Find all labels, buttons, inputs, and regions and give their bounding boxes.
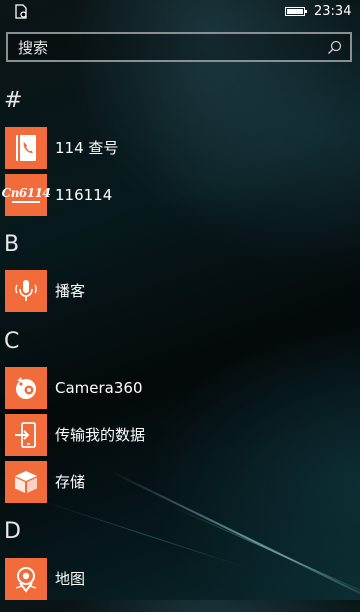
section-header-b[interactable]: B: [4, 232, 19, 258]
app-tile: [5, 127, 47, 169]
app-name: 播客: [55, 282, 86, 300]
clock: 23:34: [314, 4, 352, 19]
app-tile: [5, 270, 47, 312]
section-header-c[interactable]: C: [4, 329, 19, 355]
app-name: 地图: [55, 570, 86, 588]
app-item-maps[interactable]: 地图: [0, 556, 360, 602]
app-tile: [5, 461, 47, 503]
search-input[interactable]: [18, 37, 318, 59]
app-tile: [5, 367, 47, 409]
app-item-114[interactable]: 114 查号: [0, 125, 360, 171]
maps-icon: [15, 567, 37, 593]
search-box[interactable]: [6, 32, 352, 62]
transfer-data-icon: [15, 422, 36, 448]
logo-text: Cn6114: [1, 186, 51, 200]
app-item-camera360[interactable]: Camera360: [0, 365, 360, 411]
app-item-storage[interactable]: 存储: [0, 459, 360, 505]
battery-icon: [285, 7, 307, 16]
camera360-icon: [16, 377, 36, 399]
app-name: 116114: [55, 186, 113, 204]
app-name: 传输我的数据: [55, 426, 146, 444]
notification-clipboard-icon: [15, 4, 27, 19]
app-tile: [5, 558, 47, 600]
status-bar: 23:34: [0, 0, 360, 24]
search-icon[interactable]: [327, 40, 342, 55]
app-tile: Cn6114: [2, 174, 51, 216]
section-header-d[interactable]: D: [4, 519, 21, 545]
app-tile: [5, 414, 47, 456]
storage-box-icon: [15, 471, 37, 493]
podcast-microphone-icon: [15, 280, 37, 301]
section-header-hash[interactable]: #: [4, 88, 22, 114]
app-name: 114 查号: [55, 139, 119, 157]
app-item-podcast[interactable]: 播客: [0, 268, 360, 314]
app-item-116114[interactable]: Cn6114 116114: [0, 172, 360, 218]
app-name: 存储: [55, 473, 86, 491]
116114-logo-icon: Cn6114: [2, 187, 51, 203]
phone-book-icon: [16, 135, 36, 161]
app-item-transfer-data[interactable]: 传输我的数据: [0, 412, 360, 458]
app-name: Camera360: [55, 379, 143, 397]
